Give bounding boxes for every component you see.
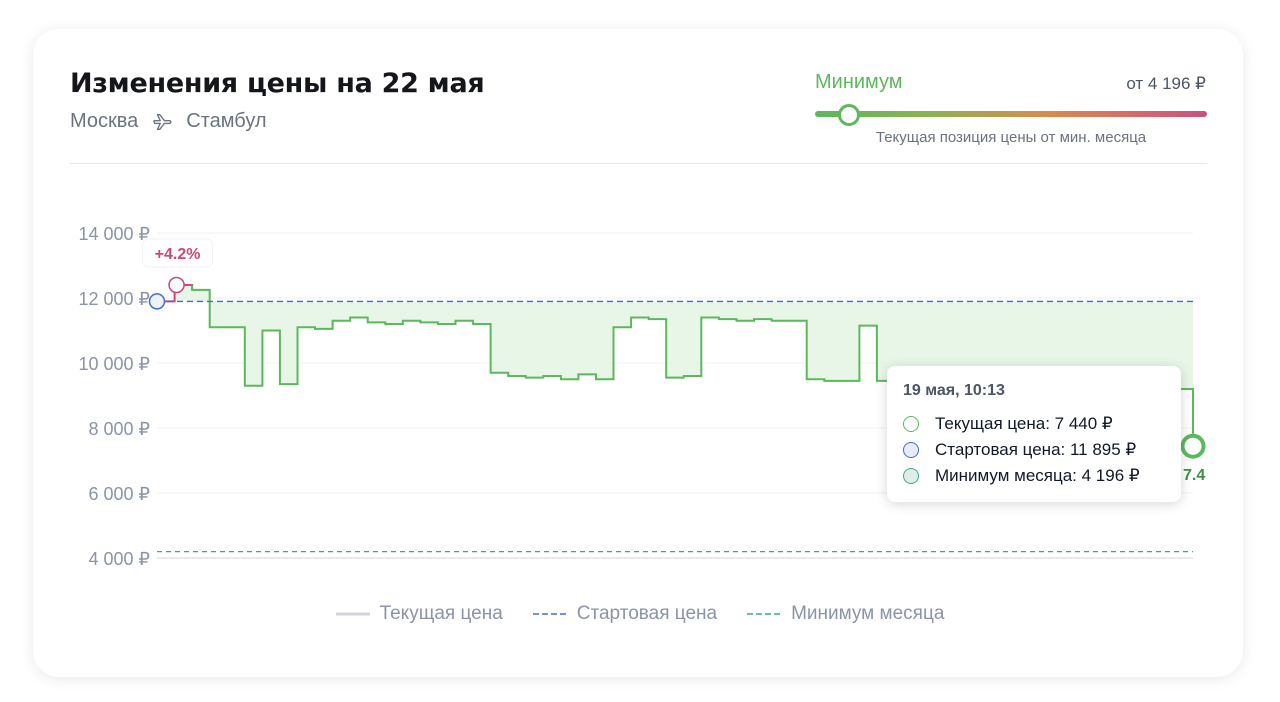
legend-label-min: Минимум месяца	[791, 603, 945, 624]
min-price-marker-icon	[903, 468, 919, 484]
y-tick-label: 14 000 ₽	[78, 224, 150, 244]
y-tick-label: 10 000 ₽	[78, 354, 150, 374]
chart-legend: Текущая цена Стартовая цена Минимум меся…	[0, 602, 1280, 626]
tooltip-title: 19 мая, 10:13	[903, 382, 1005, 399]
legend-blue-dashed-line-icon	[532, 613, 567, 615]
start-point-marker	[148, 293, 166, 310]
current-price-marker-icon	[903, 416, 919, 432]
tooltip-row-min: Минимум месяца: 4 196 ₽	[903, 466, 1140, 486]
change-badge-text: +4.2%	[155, 246, 201, 263]
current-point-marker	[1180, 433, 1206, 459]
price-chart[interactable]: 14 000 ₽ 12 000 ₽ 10 000 ₽ 8 000 ₽ 6 000 ₽ 4 …	[0, 0, 1280, 702]
legend-solid-line-icon	[335, 612, 370, 616]
tooltip-row-start: Стартовая цена: 11 895 ₽	[903, 440, 1136, 460]
legend-item-start[interactable]: Стартовая цена	[532, 602, 718, 626]
legend-item-min[interactable]: Минимум месяца	[747, 602, 944, 626]
chart-tooltip: 19 мая, 10:13 Текущая цена: 7 440 ₽ Стар…	[887, 366, 1181, 502]
end-value-label: 7.4	[1183, 467, 1205, 484]
y-tick-label: 6 000 ₽	[89, 484, 151, 504]
start-price-marker-icon	[903, 442, 919, 458]
y-tick-label: 12 000 ₽	[78, 289, 150, 309]
legend-teal-dashed-line-icon	[747, 613, 782, 615]
tooltip-current-price: Текущая цена: 7 440 ₽	[935, 414, 1113, 433]
tooltip-min-price: Минимум месяца: 4 196 ₽	[935, 466, 1140, 485]
legend-label-current: Текущая цена	[379, 603, 503, 624]
y-tick-label: 8 000 ₽	[89, 419, 151, 439]
y-tick-label: 4 000 ₽	[89, 549, 151, 569]
tooltip-row-current: Текущая цена: 7 440 ₽	[903, 414, 1113, 434]
peak-point-marker	[168, 276, 185, 294]
legend-item-current[interactable]: Текущая цена	[335, 602, 503, 626]
tooltip-start-price: Стартовая цена: 11 895 ₽	[935, 440, 1137, 459]
legend-label-start: Стартовая цена	[576, 603, 718, 624]
